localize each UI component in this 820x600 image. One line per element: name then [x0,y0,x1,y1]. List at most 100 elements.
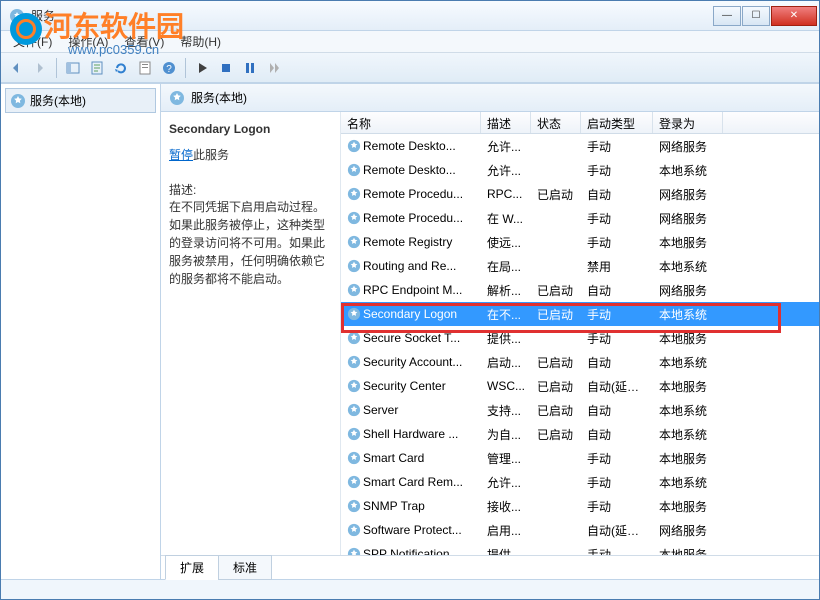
cell-name: Shell Hardware ... [341,425,481,443]
gear-icon [347,187,361,201]
cell-startup: 自动 [581,280,653,301]
service-row[interactable]: Smart Card Rem...允许...手动本地系统 [341,470,819,494]
start-service-button[interactable] [191,57,213,79]
show-hide-button[interactable] [62,57,84,79]
cell-desc: RPC... [481,185,531,203]
cell-logon: 本地系统 [653,400,723,421]
cell-startup: 手动 [581,232,653,253]
cell-logon: 网络服务 [653,136,723,157]
minimize-button[interactable]: — [713,6,741,26]
cell-status [531,504,581,508]
cell-name: Software Protect... [341,521,481,539]
cell-logon: 本地服务 [653,376,723,397]
cell-logon: 本地服务 [653,232,723,253]
restart-service-button[interactable] [263,57,285,79]
tab-standard[interactable]: 标准 [218,555,272,580]
tree-root-services[interactable]: 服务(本地) [5,88,156,113]
gear-icon [347,379,361,393]
pause-service-button[interactable] [239,57,261,79]
export-button[interactable] [86,57,108,79]
refresh-button[interactable] [110,57,132,79]
maximize-button[interactable]: ☐ [742,6,770,26]
properties-button[interactable] [134,57,156,79]
pause-service-link[interactable]: 暂停 [169,148,193,162]
service-row[interactable]: Remote Procedu...RPC...已启动自动网络服务 [341,182,819,206]
column-startup[interactable]: 启动类型 [581,112,653,133]
cell-status [531,456,581,460]
cell-name: Remote Procedu... [341,209,481,227]
service-row[interactable]: Software Protect...启用...自动(延迟...网络服务 [341,518,819,542]
gear-icon [10,93,26,109]
cell-desc: 使远... [481,232,531,253]
cell-status: 已启动 [531,376,581,397]
service-row[interactable]: Remote Deskto...允许...手动本地系统 [341,158,819,182]
cell-name: Remote Registry [341,233,481,251]
gear-icon [347,211,361,225]
cell-desc: 提供... [481,328,531,349]
service-row[interactable]: Server支持...已启动自动本地系统 [341,398,819,422]
service-row[interactable]: SPP Notification...提供...手动本地服务 [341,542,819,555]
service-row[interactable]: Remote Registry使远... 手动本地服务 [341,230,819,254]
service-list[interactable]: Remote Deskto...允许...手动网络服务Remote Deskto… [341,134,819,555]
cell-desc: 提供... [481,544,531,556]
cell-startup: 自动(延迟... [581,376,653,397]
cell-desc: 允许... [481,136,531,157]
tab-extended[interactable]: 扩展 [165,555,219,580]
forward-button[interactable] [29,57,51,79]
cell-desc: 启用... [481,520,531,541]
toolbar-separator [56,58,57,78]
column-logon[interactable]: 登录为 [653,112,723,133]
gear-icon [347,307,361,321]
gear-icon [347,355,361,369]
column-description[interactable]: 描述 [481,112,531,133]
close-button[interactable]: ✕ [771,6,817,26]
service-row[interactable]: Secondary Logon在不...已启动手动本地系统 [341,302,819,326]
cell-startup: 自动(延迟... [581,520,653,541]
gear-icon [169,90,185,106]
cell-status: 已启动 [531,400,581,421]
cell-logon: 网络服务 [653,208,723,229]
services-window: 服务 — ☐ ✕ 文件(F) 操作(A) 查看(V) 帮助(H) ? 服务(本地… [0,0,820,600]
stop-service-button[interactable] [215,57,237,79]
cell-name: Remote Deskto... [341,161,481,179]
cell-startup: 手动 [581,304,653,325]
service-row[interactable]: Security Account...启动...已启动自动本地系统 [341,350,819,374]
cell-name: Security Account... [341,353,481,371]
service-row[interactable]: Routing and Re...在局...禁用本地系统 [341,254,819,278]
service-row[interactable]: Smart Card管理...手动本地服务 [341,446,819,470]
service-row[interactable]: Secure Socket T...提供...手动本地服务 [341,326,819,350]
menu-action[interactable]: 操作(A) [60,31,116,52]
back-button[interactable] [5,57,27,79]
cell-startup: 手动 [581,136,653,157]
cell-desc: 为自... [481,424,531,445]
cell-status [531,216,581,220]
menu-file[interactable]: 文件(F) [5,31,60,52]
cell-desc: 支持... [481,400,531,421]
service-row[interactable]: Remote Deskto...允许...手动网络服务 [341,134,819,158]
service-row[interactable]: SNMP Trap接收...手动本地服务 [341,494,819,518]
service-row[interactable]: Remote Procedu...在 W...手动网络服务 [341,206,819,230]
column-status[interactable]: 状态 [531,112,581,133]
tree-root-label: 服务(本地) [30,92,86,109]
cell-logon: 本地系统 [653,424,723,445]
cell-name: Secure Socket T... [341,329,481,347]
column-name[interactable]: 名称 [341,112,481,133]
service-row[interactable]: Security CenterWSC...已启动自动(延迟...本地服务 [341,374,819,398]
gear-icon [347,499,361,513]
cell-name: RPC Endpoint M... [341,281,481,299]
view-tabs: 扩展 标准 [161,555,819,579]
help-button[interactable]: ? [158,57,180,79]
app-icon [9,8,25,24]
cell-logon: 本地服务 [653,544,723,556]
cell-desc: 解析... [481,280,531,301]
cell-name: Server [341,401,481,419]
cell-desc: 在 W... [481,208,531,229]
service-row[interactable]: RPC Endpoint M...解析...已启动自动网络服务 [341,278,819,302]
cell-name: SPP Notification... [341,545,481,555]
cell-logon: 本地服务 [653,496,723,517]
menu-view[interactable]: 查看(V) [116,31,172,52]
cell-name: Secondary Logon [341,305,481,323]
menu-help[interactable]: 帮助(H) [172,31,229,52]
service-row[interactable]: Shell Hardware ...为自...已启动自动本地系统 [341,422,819,446]
cell-status [531,552,581,555]
